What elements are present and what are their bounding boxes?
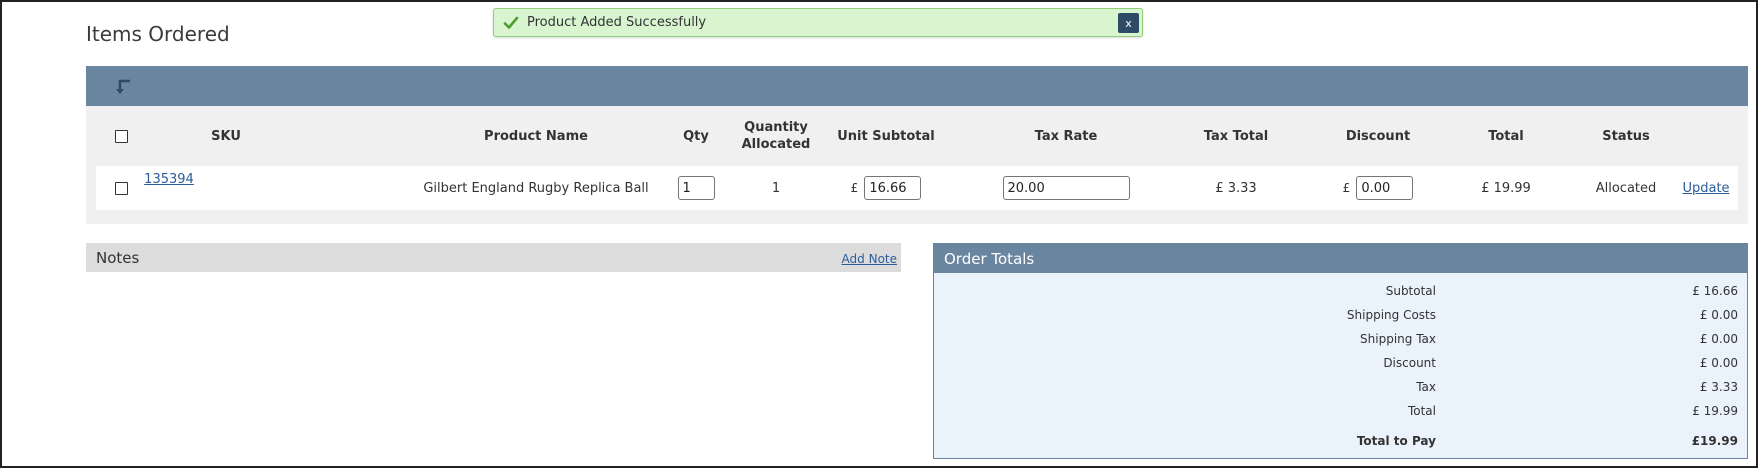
- header-status[interactable]: Status: [1571, 106, 1681, 166]
- totals-label: Total to Pay: [1356, 434, 1436, 448]
- qty-cell: [656, 166, 736, 210]
- product-name-cell: Gilbert England Rugby Replica Ball: [423, 180, 649, 196]
- table-row: 135394 Gilbert England Rugby Replica Bal…: [96, 166, 1738, 210]
- discount-cell: £: [1318, 166, 1438, 210]
- totals-row-shipping-tax: Shipping Tax £ 0.00: [934, 332, 1747, 352]
- order-totals-title: Order Totals: [944, 249, 1035, 268]
- unit-subtotal-input[interactable]: [864, 176, 922, 200]
- totals-row-discount: Discount £ 0.00: [934, 356, 1747, 376]
- add-note-link[interactable]: Add Note: [842, 252, 897, 266]
- totals-value: £ 19.99: [1692, 404, 1738, 418]
- items-panel-header: [86, 66, 1748, 106]
- update-link[interactable]: Update: [1682, 181, 1729, 196]
- totals-label: Shipping Tax: [1360, 332, 1436, 346]
- header-tax-total[interactable]: Tax Total: [1176, 106, 1296, 166]
- header-product-name[interactable]: Product Name: [386, 106, 686, 166]
- totals-value: £19.99: [1691, 434, 1738, 448]
- success-toast: Product Added Successfully x: [493, 8, 1143, 37]
- totals-value: £ 0.00: [1699, 356, 1738, 370]
- header-unit-subtotal[interactable]: Unit Subtotal: [816, 106, 956, 166]
- toast-message: Product Added Successfully: [527, 15, 707, 30]
- header-discount[interactable]: Discount: [1318, 106, 1438, 166]
- header-quantity-allocated-line2: Allocated: [741, 137, 811, 152]
- totals-label: Subtotal: [1385, 284, 1436, 298]
- tax-rate-cell: [966, 166, 1166, 210]
- totals-row-total-to-pay: Total to Pay £19.99: [934, 434, 1747, 454]
- sku-link[interactable]: 135394: [144, 172, 194, 187]
- discount-input[interactable]: [1356, 176, 1414, 200]
- order-totals-panel: Order Totals Subtotal £ 16.66 Shipping C…: [933, 243, 1748, 459]
- status-cell: Allocated: [1595, 180, 1657, 196]
- select-all-cell: [108, 106, 134, 166]
- totals-label: Discount: [1383, 356, 1436, 370]
- totals-label: Total: [1407, 404, 1436, 418]
- sku-cell: 135394: [144, 166, 194, 210]
- check-icon: [503, 16, 519, 29]
- quantity-allocated-cell: 1: [771, 180, 781, 196]
- qty-input[interactable]: [677, 176, 715, 200]
- row-select-cell: [108, 166, 134, 210]
- totals-row-total: Total £ 19.99: [934, 404, 1747, 424]
- header-quantity-allocated-line1: Quantity: [744, 120, 808, 135]
- page-frame: Items Ordered Product Added Successfully…: [0, 0, 1758, 468]
- total-cell: £ 19.99: [1481, 180, 1531, 196]
- header-qty[interactable]: Qty: [656, 106, 736, 166]
- totals-value: £ 0.00: [1699, 308, 1738, 322]
- select-all-checkbox[interactable]: [114, 129, 128, 143]
- order-totals-header: Order Totals: [934, 244, 1747, 273]
- currency-symbol: £: [850, 181, 859, 195]
- totals-label: Shipping Costs: [1346, 308, 1436, 322]
- currency-symbol: £: [1342, 181, 1351, 195]
- totals-row-tax: Tax £ 3.33: [934, 380, 1747, 400]
- header-total[interactable]: Total: [1456, 106, 1556, 166]
- toast-close-button[interactable]: x: [1118, 13, 1139, 33]
- page-title: Items Ordered: [86, 22, 230, 46]
- header-sku[interactable]: SKU: [176, 106, 276, 166]
- totals-label: Tax: [1416, 380, 1436, 394]
- tax-total-cell: £ 3.33: [1215, 180, 1257, 196]
- notes-title: Notes: [96, 248, 140, 267]
- totals-row-shipping-costs: Shipping Costs £ 0.00: [934, 308, 1747, 328]
- header-tax-rate[interactable]: Tax Rate: [966, 106, 1166, 166]
- table-header-row: SKU Product Name Qty Quantity Allocated …: [86, 106, 1748, 166]
- corner-arrow-icon[interactable]: [114, 78, 132, 96]
- items-table: SKU Product Name Qty Quantity Allocated …: [86, 106, 1748, 224]
- notes-header: Notes Add Note: [86, 243, 901, 272]
- header-quantity-allocated[interactable]: Quantity Allocated: [726, 106, 826, 166]
- totals-value: £ 16.66: [1692, 284, 1738, 298]
- tax-rate-input[interactable]: [1002, 176, 1130, 200]
- totals-row-subtotal: Subtotal £ 16.66: [934, 284, 1747, 304]
- unit-subtotal-cell: £: [816, 166, 956, 210]
- row-checkbox[interactable]: [114, 181, 128, 195]
- totals-value: £ 0.00: [1699, 332, 1738, 346]
- update-cell: Update: [1676, 166, 1736, 210]
- totals-value: £ 3.33: [1699, 380, 1738, 394]
